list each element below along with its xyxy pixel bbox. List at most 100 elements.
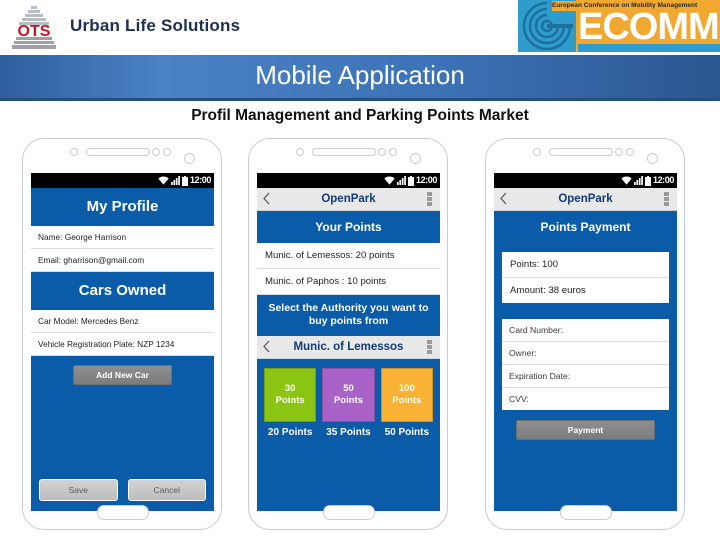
status-bar-time: 12:00 xyxy=(652,175,674,185)
save-button[interactable]: Save xyxy=(39,479,118,501)
sensor-dot-icon xyxy=(70,148,78,156)
slide: OTS Urban Life Solutions European Confer… xyxy=(0,0,720,540)
card-details-form: Card Number: Owner: Expiration Date: CVV… xyxy=(502,319,669,410)
battery-icon xyxy=(644,175,651,186)
wifi-icon xyxy=(621,176,632,185)
svg-text:OTS: OTS xyxy=(18,23,51,40)
points-row-lemessos: Munic. of Lemessos: 20 points xyxy=(257,243,440,269)
car-model-row: Car Model: Mercedes Benz xyxy=(31,310,214,333)
page-subtitle: Profil Management and Parking Points Mar… xyxy=(191,107,529,124)
sensor-dot-icon xyxy=(296,148,304,156)
front-camera-icon xyxy=(410,153,421,164)
points-tile-prices: 20 Points 35 Points 50 Points xyxy=(257,426,440,438)
tile-unit: Points xyxy=(275,395,305,406)
ecomm-underbar xyxy=(578,44,720,52)
wifi-icon xyxy=(384,176,395,185)
sensor-dot-icon xyxy=(533,148,541,156)
tile-amount: 50 xyxy=(343,383,354,394)
sensor-dot-icon xyxy=(152,148,160,156)
phone-mockup-profile: 12:00 My Profile Name: George Harrison E… xyxy=(22,138,222,530)
points-package-tiles: 30 Points 50 Points 100 Points xyxy=(257,359,440,426)
page-title: Mobile Application xyxy=(255,60,465,90)
cvv-field[interactable]: CVV: xyxy=(502,388,669,410)
sensor-dot-icon xyxy=(389,148,397,156)
phone3-screen: 12:00 OpenPark Points Payment Points: 10… xyxy=(494,173,677,511)
phone2-screen: 12:00 OpenPark Your Points Munic. of Lem… xyxy=(257,173,440,511)
your-points-title: Your Points xyxy=(257,211,440,243)
status-bar-icons: 12:00 xyxy=(158,173,211,188)
front-camera-icon xyxy=(647,153,658,164)
authority-selector[interactable]: Munic. of Lemessos xyxy=(257,336,440,359)
tile-price: 50 Points xyxy=(384,427,430,438)
status-bar-time: 12:00 xyxy=(415,175,437,185)
sensor-dot-icon xyxy=(615,148,623,156)
phone-top-bezel xyxy=(249,139,447,175)
points-tile[interactable]: 100 Points xyxy=(380,368,433,422)
car-plate-row: Vehicle Registration Plate: NZP 1234 xyxy=(31,333,214,356)
add-new-car-wrap: Add New Car xyxy=(31,356,214,385)
status-bar: 12:00 xyxy=(31,173,214,188)
phone2-app-title: OpenPark xyxy=(321,193,376,205)
tile-price: 35 Points xyxy=(326,427,371,438)
sensor-dot-icon xyxy=(626,148,634,156)
tile-price: 20 Points xyxy=(267,427,313,438)
cancel-button[interactable]: Cancel xyxy=(127,479,206,501)
home-button[interactable] xyxy=(323,505,375,520)
authority-name: Munic. of Lemessos xyxy=(293,341,404,353)
slide-header: OTS Urban Life Solutions European Confer… xyxy=(0,0,720,55)
ecomm-wordmark: ECOMM xyxy=(578,6,720,48)
payment-button-wrap: Payment xyxy=(494,410,677,440)
summary-points-row: Points: 100 xyxy=(502,252,669,278)
earpiece-speaker xyxy=(312,148,376,156)
signal-icon xyxy=(396,176,406,185)
owner-field[interactable]: Owner: xyxy=(502,342,669,365)
points-tile[interactable]: 50 Points xyxy=(322,368,375,422)
points-row-paphos: Munic. of Paphos : 10 points xyxy=(257,269,440,295)
signal-icon xyxy=(170,176,180,185)
points-tile[interactable]: 30 Points xyxy=(264,368,317,422)
status-bar: 12:00 xyxy=(257,173,440,188)
status-bar: 12:00 xyxy=(494,173,677,188)
earpiece-speaker xyxy=(86,148,150,156)
phone-mockup-points: 12:00 OpenPark Your Points Munic. of Lem… xyxy=(248,138,448,530)
tile-unit: Points xyxy=(392,395,422,406)
status-bar-icons: 12:00 xyxy=(621,173,674,188)
phone-mockup-payment: 12:00 OpenPark Points Payment Points: 10… xyxy=(485,138,685,530)
ecomm-logo: European Conference on Mobility Manageme… xyxy=(518,0,720,52)
overflow-menu-icon[interactable] xyxy=(664,192,669,206)
home-button[interactable] xyxy=(97,505,149,520)
front-camera-icon xyxy=(184,153,195,164)
home-button[interactable] xyxy=(560,505,612,520)
payment-button[interactable]: Payment xyxy=(516,420,655,440)
card-number-field[interactable]: Card Number: xyxy=(502,319,669,342)
sensor-dot-icon xyxy=(163,148,171,156)
cars-owned-title: Cars Owned xyxy=(31,272,214,310)
sensor-dot-icon xyxy=(378,148,386,156)
phone1-action-bar: Save Cancel xyxy=(31,479,214,501)
expiration-date-field[interactable]: Expiration Date: xyxy=(502,365,669,388)
select-authority-prompt: Select the Authority you want to buy poi… xyxy=(257,295,440,336)
tile-unit: Points xyxy=(333,395,363,406)
wifi-icon xyxy=(158,176,169,185)
tile-amount: 30 xyxy=(284,383,296,394)
phone-top-bezel xyxy=(486,139,684,175)
profile-name-row: Name: George Harrison xyxy=(31,226,214,249)
overflow-menu-icon[interactable] xyxy=(427,192,432,206)
battery-icon xyxy=(181,175,188,186)
add-new-car-button[interactable]: Add New Car xyxy=(73,365,172,385)
phone3-app-bar: OpenPark xyxy=(494,188,677,211)
brand-title: Urban Life Solutions xyxy=(70,16,241,35)
summary-amount-row: Amount: 38 euros xyxy=(502,278,669,303)
overflow-menu-icon[interactable] xyxy=(427,340,432,354)
battery-icon xyxy=(407,175,414,186)
ots-logo: OTS xyxy=(10,3,58,53)
tile-amount: 100 xyxy=(398,383,415,394)
profile-email-row: Email: gharrison@gmail.com xyxy=(31,249,214,272)
phone1-screen: 12:00 My Profile Name: George Harrison E… xyxy=(31,173,214,511)
points-payment-title: Points Payment xyxy=(494,211,677,243)
payment-summary-card: Points: 100 Amount: 38 euros xyxy=(502,252,669,303)
title-banner: Mobile Application xyxy=(0,55,720,101)
status-bar-time: 12:00 xyxy=(189,175,211,185)
phone-top-bezel xyxy=(23,139,221,175)
signal-icon xyxy=(633,176,643,185)
